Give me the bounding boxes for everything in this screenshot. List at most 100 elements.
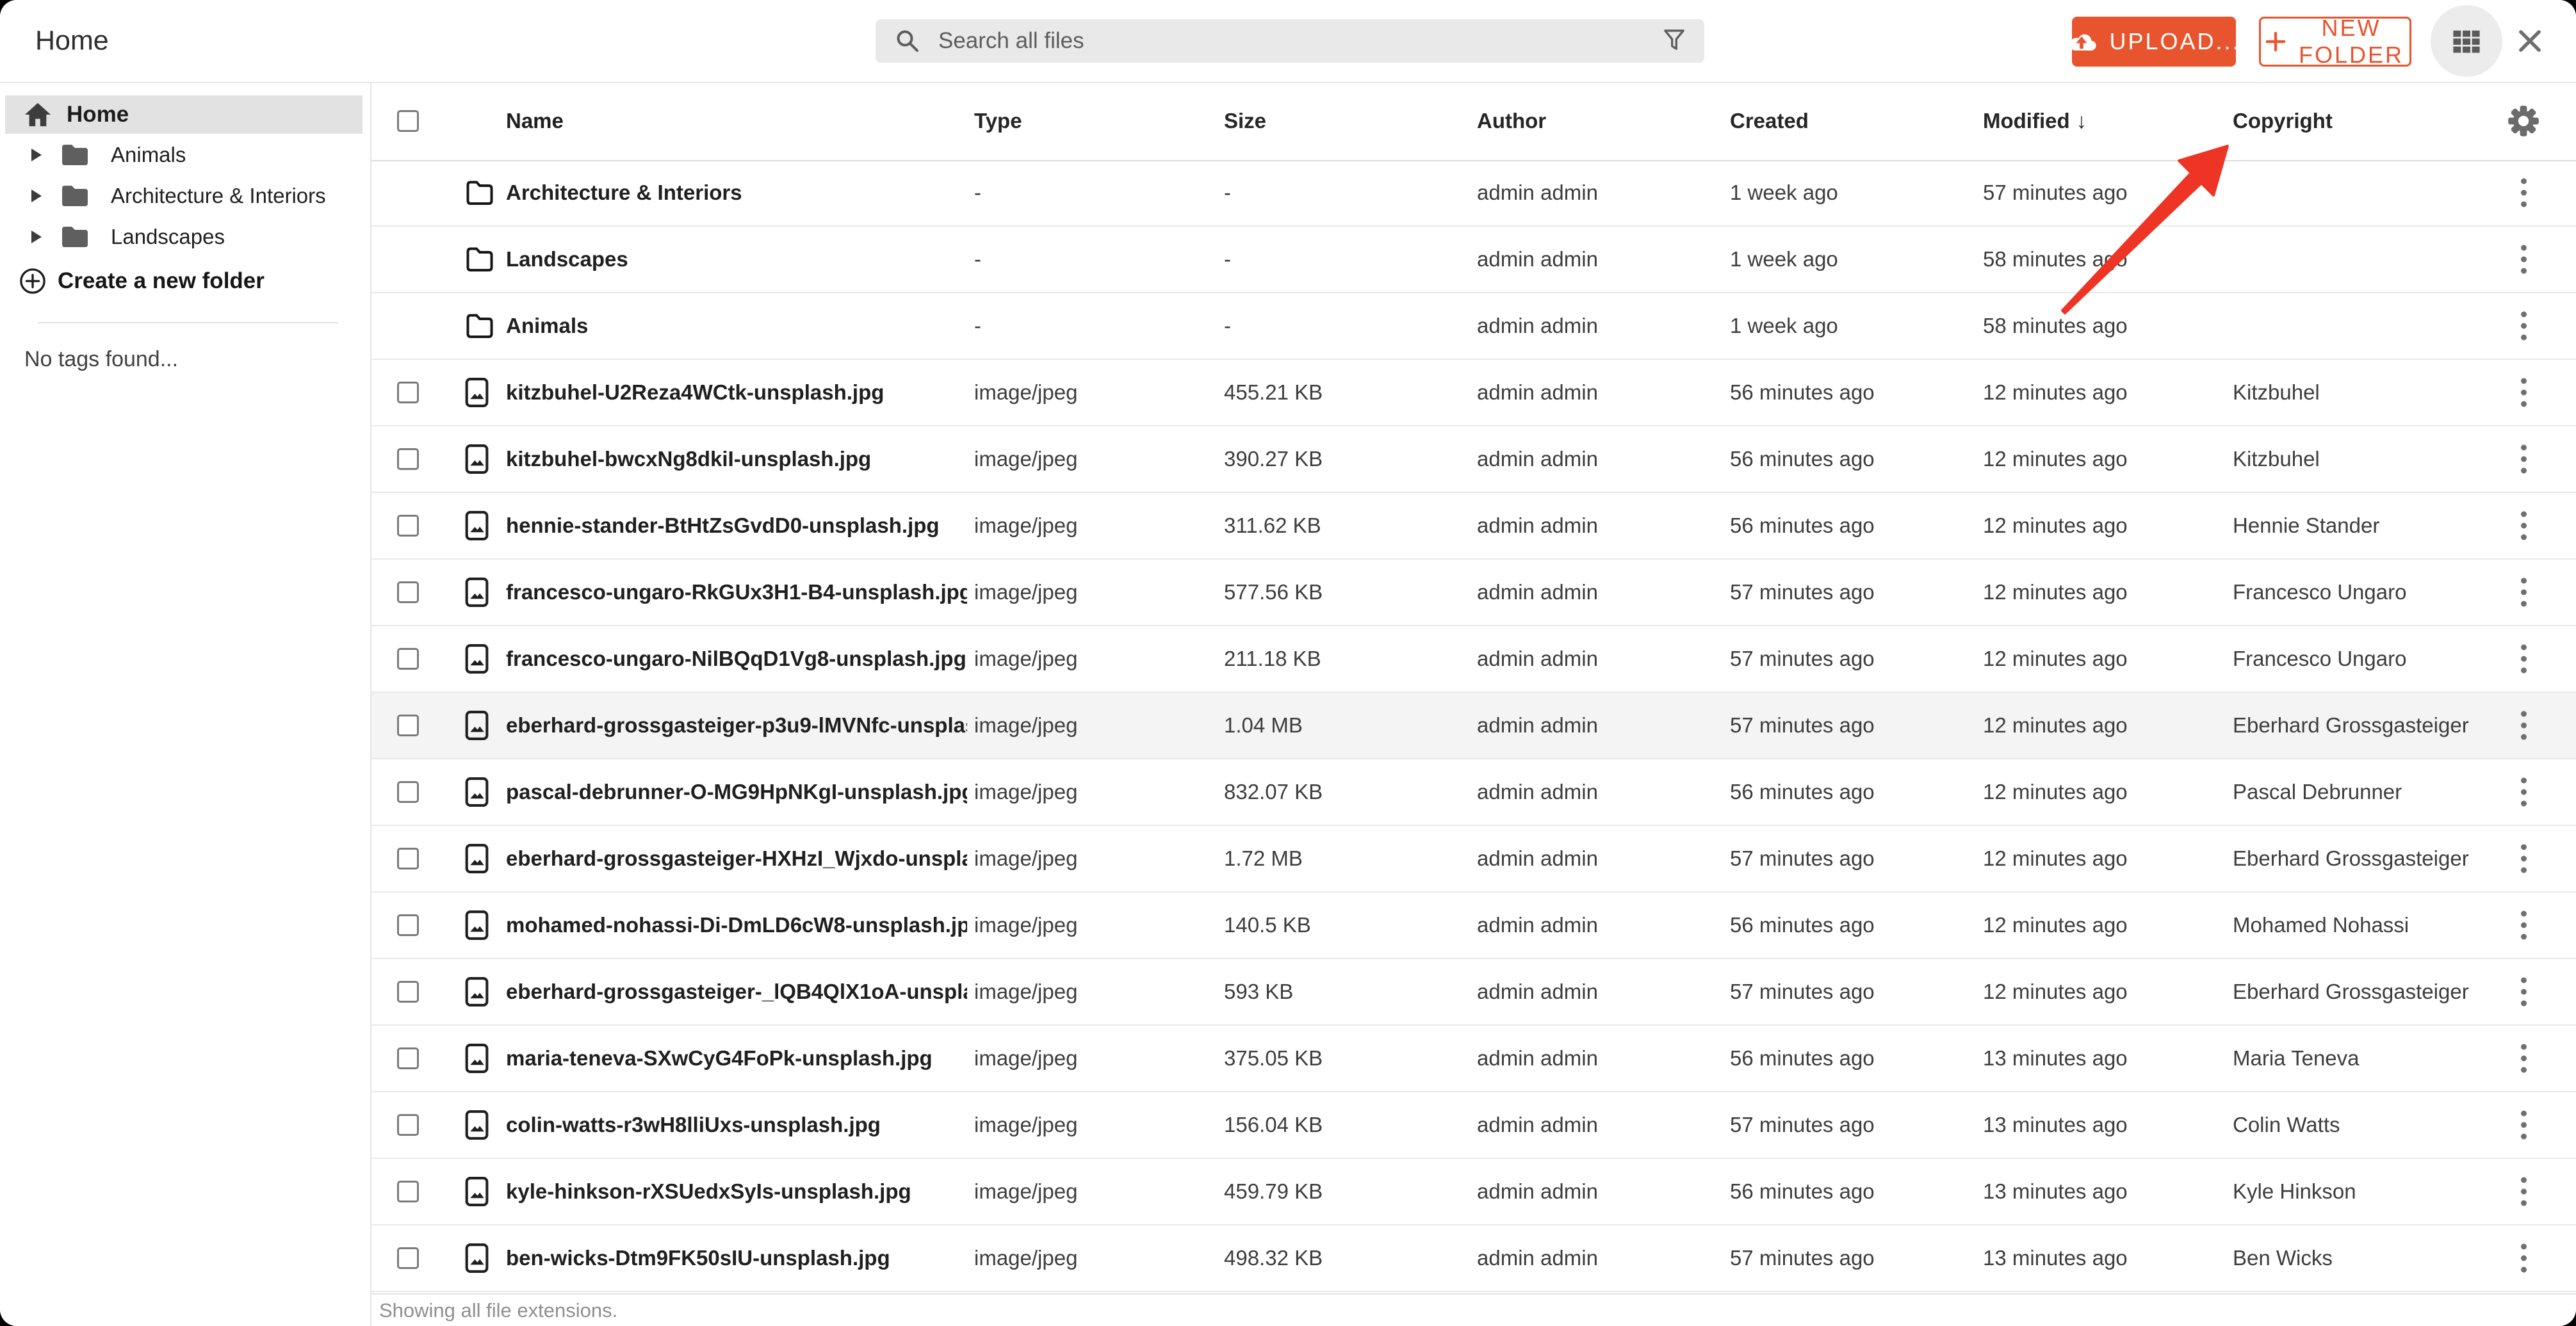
- image-file-icon: [465, 1044, 489, 1074]
- table-row[interactable]: eberhard-grossgasteiger-p3u9-lMVNfc-unsp…: [371, 693, 2576, 759]
- row-checkbox[interactable]: [397, 382, 419, 403]
- row-menu-button[interactable]: [2509, 511, 2538, 540]
- row-menu-button[interactable]: [2509, 644, 2538, 674]
- modified-time: 12 minutes ago: [1983, 513, 2128, 537]
- row-checkbox[interactable]: [397, 1114, 419, 1136]
- kebab-dot: [2520, 922, 2527, 928]
- kebab-dot: [2520, 711, 2527, 717]
- row-menu-button[interactable]: [2509, 844, 2538, 873]
- file-size: 459.79 KB: [1224, 1179, 1323, 1203]
- row-menu-button[interactable]: [2509, 1177, 2538, 1206]
- row-menu-button[interactable]: [2509, 378, 2538, 407]
- kebab-dot: [2520, 977, 2527, 983]
- column-header-name[interactable]: Name: [506, 109, 967, 133]
- expand-caret-icon[interactable]: [31, 230, 42, 243]
- sidebar-item-landscapes[interactable]: Landscapes: [0, 216, 370, 257]
- row-menu-button[interactable]: [2509, 777, 2538, 807]
- kebab-dot: [2520, 256, 2527, 263]
- row-checkbox[interactable]: [397, 914, 419, 936]
- upload-button[interactable]: UPLOAD...: [2070, 17, 2239, 67]
- kebab-dot: [2520, 601, 2527, 607]
- row-checkbox[interactable]: [397, 515, 419, 537]
- row-checkbox[interactable]: [397, 981, 419, 1003]
- table-row[interactable]: kyle-hinkson-rXSUedxSyIs-unsplash.jpg ima…: [371, 1159, 2576, 1225]
- grid-view-button[interactable]: [2431, 5, 2502, 77]
- kebab-dot: [2520, 578, 2527, 584]
- search-input[interactable]: [937, 28, 1647, 54]
- expand-caret-icon[interactable]: [31, 190, 42, 202]
- sort-descending-icon: ↓: [2076, 109, 2087, 133]
- row-menu-button[interactable]: [2509, 311, 2538, 341]
- row-menu-button[interactable]: [2509, 178, 2538, 207]
- kebab-dot: [2520, 1255, 2527, 1261]
- column-header-type[interactable]: Type: [974, 109, 1022, 133]
- sidebar-item-architecture-interiors[interactable]: Architecture & Interiors: [0, 175, 370, 216]
- file-name: Animals: [506, 314, 589, 337]
- row-checkbox[interactable]: [397, 648, 419, 670]
- row-menu-button[interactable]: [2509, 977, 2538, 1007]
- copyright-value: Eberhard Grossgasteiger: [2233, 846, 2469, 870]
- row-menu-button[interactable]: [2509, 245, 2538, 274]
- column-header-modified[interactable]: Modified ↓: [1983, 109, 2087, 133]
- grid-view-icon: [2450, 24, 2483, 58]
- table-row[interactable]: Landscapes - - admin admin 1 week ago 58 minu…: [371, 227, 2576, 293]
- modified-time: 13 minutes ago: [1983, 1046, 2128, 1070]
- table-row[interactable]: eberhard-grossgasteiger-_lQB4QlX1oA-unsp…: [371, 959, 2576, 1026]
- file-list: Architecture & Interiors - - admin admin 1 w…: [371, 160, 2576, 1292]
- select-all-checkbox[interactable]: [397, 110, 419, 132]
- create-folder-button[interactable]: Create a new folder: [0, 262, 370, 300]
- table-row[interactable]: colin-watts-r3wH8lliUxs-unsplash.jpg imag…: [371, 1092, 2576, 1159]
- table-row[interactable]: hennie-stander-BtHtZsGvdD0-unsplash.jpg i…: [371, 493, 2576, 560]
- sidebar-folder-label: Landscapes: [111, 225, 225, 248]
- table-row[interactable]: Architecture & Interiors - - admin admin 1 w…: [371, 160, 2576, 227]
- row-checkbox[interactable]: [397, 581, 419, 603]
- row-checkbox[interactable]: [397, 448, 419, 470]
- kebab-dot: [2520, 467, 2527, 474]
- row-checkbox[interactable]: [397, 1047, 419, 1069]
- table-row[interactable]: francesco-ungaro-RkGUx3H1-B4-unsplash.jp…: [371, 560, 2576, 626]
- new-folder-button[interactable]: NEW FOLDER: [2259, 15, 2411, 68]
- row-checkbox[interactable]: [397, 1247, 419, 1269]
- table-row[interactable]: kitzbuhel-bwcxNg8dkiI-unsplash.jpg image/…: [371, 426, 2576, 493]
- file-manager-window: Home UPLOAD... NEW FOLDER: [0, 0, 2576, 1326]
- sidebar-item-home[interactable]: Home: [5, 95, 363, 134]
- column-header-created[interactable]: Created: [1730, 109, 1809, 133]
- column-header-author[interactable]: Author: [1477, 109, 1546, 133]
- column-settings-button[interactable]: [2507, 104, 2540, 138]
- row-menu-button[interactable]: [2509, 1110, 2538, 1140]
- file-size: 832.07 KB: [1224, 780, 1323, 804]
- table-row[interactable]: mohamed-nohassi-Di-DmLD6cW8-unsplash.jpg…: [371, 893, 2576, 959]
- created-time: 56 minutes ago: [1730, 447, 1875, 471]
- filter-icon[interactable]: [1663, 29, 1685, 53]
- file-type: image/jpeg: [974, 580, 1078, 604]
- row-menu-button[interactable]: [2509, 910, 2538, 940]
- sidebar-item-animals[interactable]: Animals: [0, 134, 370, 175]
- table-row[interactable]: ben-wicks-Dtm9FK50sIU-unsplash.jpg image/…: [371, 1225, 2576, 1292]
- row-checkbox[interactable]: [397, 781, 419, 803]
- kebab-dot: [2520, 1200, 2527, 1206]
- row-menu-button[interactable]: [2509, 711, 2538, 740]
- column-header-copyright[interactable]: Copyright: [2233, 109, 2508, 133]
- row-menu-button[interactable]: [2509, 1044, 2538, 1073]
- kebab-dot: [2520, 456, 2527, 462]
- row-menu-button[interactable]: [2509, 1243, 2538, 1273]
- column-header-size[interactable]: Size: [1224, 109, 1266, 133]
- row-checkbox[interactable]: [397, 715, 419, 736]
- expand-caret-icon[interactable]: [31, 149, 42, 161]
- table-row[interactable]: pascal-debrunner-O-MG9HpNKgI-unsplash.jp…: [371, 759, 2576, 826]
- table-row[interactable]: Animals - - admin admin 1 week ago 58 minutes…: [371, 293, 2576, 360]
- row-menu-button[interactable]: [2509, 444, 2538, 474]
- row-menu-button[interactable]: [2509, 578, 2538, 607]
- table-row[interactable]: francesco-ungaro-NilBQqD1Vg8-unsplash.jp…: [371, 626, 2576, 693]
- search-bar[interactable]: [876, 19, 1704, 63]
- table-row[interactable]: maria-teneva-SXwCyG4FoPk-unsplash.jpg ima…: [371, 1026, 2576, 1092]
- row-checkbox[interactable]: [397, 1181, 419, 1202]
- file-author: admin admin: [1477, 380, 1598, 404]
- table-row[interactable]: eberhard-grossgasteiger-HXHzI_Wjxdo-unsp…: [371, 826, 2576, 893]
- row-checkbox[interactable]: [397, 848, 419, 869]
- table-row[interactable]: kitzbuhel-U2Reza4WCtk-unsplash.jpg image/…: [371, 360, 2576, 426]
- folder-icon: [465, 246, 494, 273]
- close-button[interactable]: [2512, 23, 2548, 59]
- copyright-value: Hennie Stander: [2233, 513, 2380, 537]
- file-size: 311.62 KB: [1224, 513, 1321, 537]
